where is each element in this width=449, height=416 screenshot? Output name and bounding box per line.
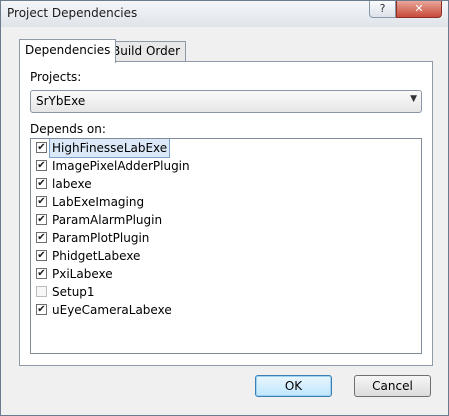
list-item-label: HighFinesseLabExe [48,139,171,158]
list-item-label: ParamPlotPlugin [52,231,150,245]
project-dependencies-dialog: Project Dependencies ? ✕ Dependencies Bu… [0,0,449,416]
list-item[interactable]: ✔ PhidgetLabexe [31,247,421,265]
checkbox[interactable]: ✔ [36,232,47,243]
list-item[interactable]: ✔ labexe [31,175,421,193]
tab-build-order[interactable]: Build Order [106,41,187,61]
checkbox[interactable]: ✔ [36,268,47,279]
list-item[interactable]: ✔ LabExeImaging [31,193,421,211]
title-bar: Project Dependencies ? ✕ [1,1,448,27]
dependencies-panel: Projects: SrYbExe ▼ Depends on: ✔ HighFin… [19,61,433,366]
cancel-button[interactable]: Cancel [354,375,431,397]
ok-button[interactable]: OK [255,375,332,397]
depends-on-list[interactable]: ✔ HighFinesseLabExe ✔ ImagePixelAdderPlugin… [30,138,422,354]
projects-dropdown[interactable]: SrYbExe ▼ [30,90,422,113]
checkbox[interactable]: ✔ [36,142,47,153]
list-item-label: ImagePixelAdderPlugin [52,159,190,173]
list-item[interactable]: Setup1 [31,283,421,301]
list-item[interactable]: ✔ ImagePixelAdderPlugin [31,157,421,175]
checkbox[interactable]: ✔ [36,160,47,171]
list-item-label: labexe [52,177,92,191]
window-title: Project Dependencies [7,6,138,20]
list-item[interactable]: ✔ HighFinesseLabExe [31,139,421,158]
list-item[interactable]: ✔ PxiLabexe [31,265,421,283]
list-item-label: ParamAlarmPlugin [52,213,163,227]
checkbox[interactable] [36,286,47,297]
list-item-label: Setup1 [52,285,95,299]
checkbox[interactable]: ✔ [36,214,47,225]
checkbox[interactable]: ✔ [36,196,47,207]
close-button[interactable]: ✕ [396,1,442,18]
list-item-label: PhidgetLabexe [52,249,141,263]
checkbox[interactable]: ✔ [36,178,47,189]
list-item-label: LabExeImaging [52,195,145,209]
list-item[interactable]: ✔ ParamPlotPlugin [31,229,421,247]
list-item[interactable]: ✔ uEyeCameraLabexe [31,301,421,319]
help-button[interactable]: ? [369,1,396,18]
list-item-label: uEyeCameraLabexe [52,303,172,317]
tab-dependencies[interactable]: Dependencies [19,39,117,63]
projects-selected-value: SrYbExe [36,94,86,108]
chevron-down-icon: ▼ [410,94,417,104]
checkbox[interactable]: ✔ [36,250,47,261]
list-item[interactable]: ✔ ParamAlarmPlugin [31,211,421,229]
checkbox[interactable]: ✔ [36,304,47,315]
depends-on-label: Depends on: [30,122,106,136]
projects-label: Projects: [30,70,82,84]
list-item-label: PxiLabexe [52,267,113,281]
